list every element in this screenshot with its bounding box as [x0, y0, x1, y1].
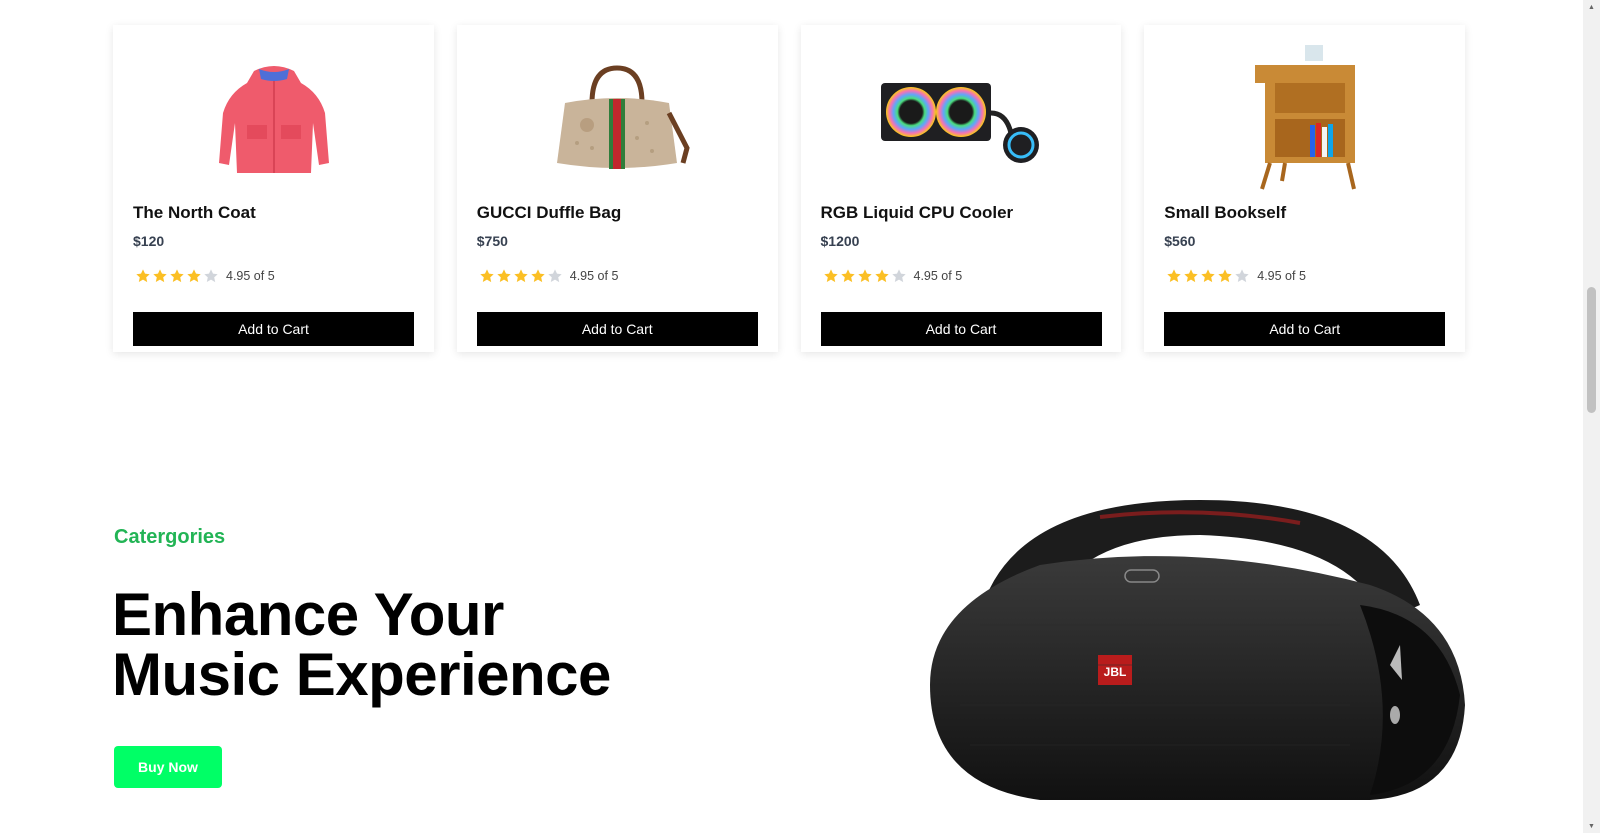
section-label: Catergories — [114, 526, 226, 548]
product-rating: 4.95 of 5 — [135, 268, 275, 284]
rating-text: 4.95 of 5 — [1257, 269, 1306, 283]
product-image[interactable] — [1144, 35, 1465, 200]
headline-line: Music Experience — [112, 641, 611, 708]
product-rating: 4.95 of 5 — [1166, 268, 1306, 284]
page-viewport: The North Coat $120 4.95 of 5 Add to Car… — [0, 0, 1583, 833]
product-rating: 4.95 of 5 — [823, 268, 963, 284]
star-filled-icon — [1183, 268, 1199, 284]
star-filled-icon — [479, 268, 495, 284]
star-filled-icon — [874, 268, 890, 284]
add-to-cart-button[interactable]: Add to Cart — [1164, 312, 1446, 346]
star-filled-icon — [496, 268, 512, 284]
product-name[interactable]: Small Bookself — [1164, 203, 1286, 223]
rating-text: 4.95 of 5 — [913, 269, 963, 283]
star-empty-icon — [891, 268, 907, 284]
product-card[interactable]: Small Bookself $560 4.95 of 5 Add to Car… — [1144, 25, 1465, 352]
scrollbar-thumb[interactable] — [1587, 287, 1596, 413]
star-filled-icon — [186, 268, 202, 284]
star-filled-icon — [152, 268, 168, 284]
add-to-cart-button[interactable]: Add to Cart — [476, 312, 758, 346]
product-image[interactable] — [113, 35, 434, 200]
scroll-down-icon[interactable]: ▼ — [1583, 819, 1600, 833]
cpu-cooler-image — [881, 82, 1039, 163]
product-card[interactable]: RGB Liquid CPU Cooler $1200 4.95 of 5 Ad… — [800, 25, 1122, 352]
product-name[interactable]: RGB Liquid CPU Cooler — [821, 203, 1014, 223]
product-image[interactable] — [457, 35, 778, 200]
product-price: $1200 — [820, 233, 860, 249]
product-name[interactable]: GUCCI Duffle Bag — [477, 203, 622, 223]
headline-line: Enhance Your — [112, 581, 504, 648]
product-list: The North Coat $120 4.95 of 5 Add to Car… — [113, 25, 1465, 352]
speaker-image: JBL — [920, 495, 1470, 825]
product-price: $750 — [476, 233, 508, 249]
star-empty-icon — [203, 268, 219, 284]
product-rating: 4.95 of 5 — [479, 268, 619, 284]
star-filled-icon — [1166, 268, 1182, 284]
star-filled-icon — [530, 268, 546, 284]
star-filled-icon — [857, 268, 873, 284]
product-card[interactable]: The North Coat $120 4.95 of 5 Add to Car… — [113, 25, 434, 352]
jbl-speaker-image: JBL — [930, 500, 1465, 800]
red-coat-image — [218, 65, 329, 173]
star-empty-icon — [547, 268, 563, 284]
banner-headline: Enhance Your Music Experience — [112, 585, 611, 705]
star-filled-icon — [840, 268, 856, 284]
duffle-bag-image — [557, 64, 690, 169]
star-filled-icon — [513, 268, 529, 284]
product-image[interactable] — [801, 35, 1122, 200]
star-empty-icon — [1234, 268, 1250, 284]
star-filled-icon — [1200, 268, 1216, 284]
star-filled-icon — [823, 268, 839, 284]
svg-text:JBL: JBL — [1104, 665, 1127, 679]
star-filled-icon — [135, 268, 151, 284]
product-card[interactable]: GUCCI Duffle Bag $750 4.95 of 5 Add to C… — [456, 25, 778, 352]
rating-text: 4.95 of 5 — [226, 269, 275, 283]
bookshelf-image — [1254, 44, 1356, 190]
add-to-cart-button[interactable]: Add to Cart — [133, 312, 414, 346]
scroll-up-icon[interactable]: ▲ — [1583, 0, 1600, 14]
star-filled-icon — [1217, 268, 1233, 284]
product-price: $120 — [133, 233, 165, 249]
rating-text: 4.95 of 5 — [569, 269, 619, 283]
buy-now-button[interactable]: Buy Now — [114, 746, 222, 788]
product-price: $560 — [1164, 233, 1196, 249]
vertical-scrollbar[interactable]: ▲ ▼ — [1583, 0, 1600, 833]
product-name[interactable]: The North Coat — [133, 203, 256, 223]
star-filled-icon — [169, 268, 185, 284]
add-to-cart-button[interactable]: Add to Cart — [820, 312, 1102, 346]
